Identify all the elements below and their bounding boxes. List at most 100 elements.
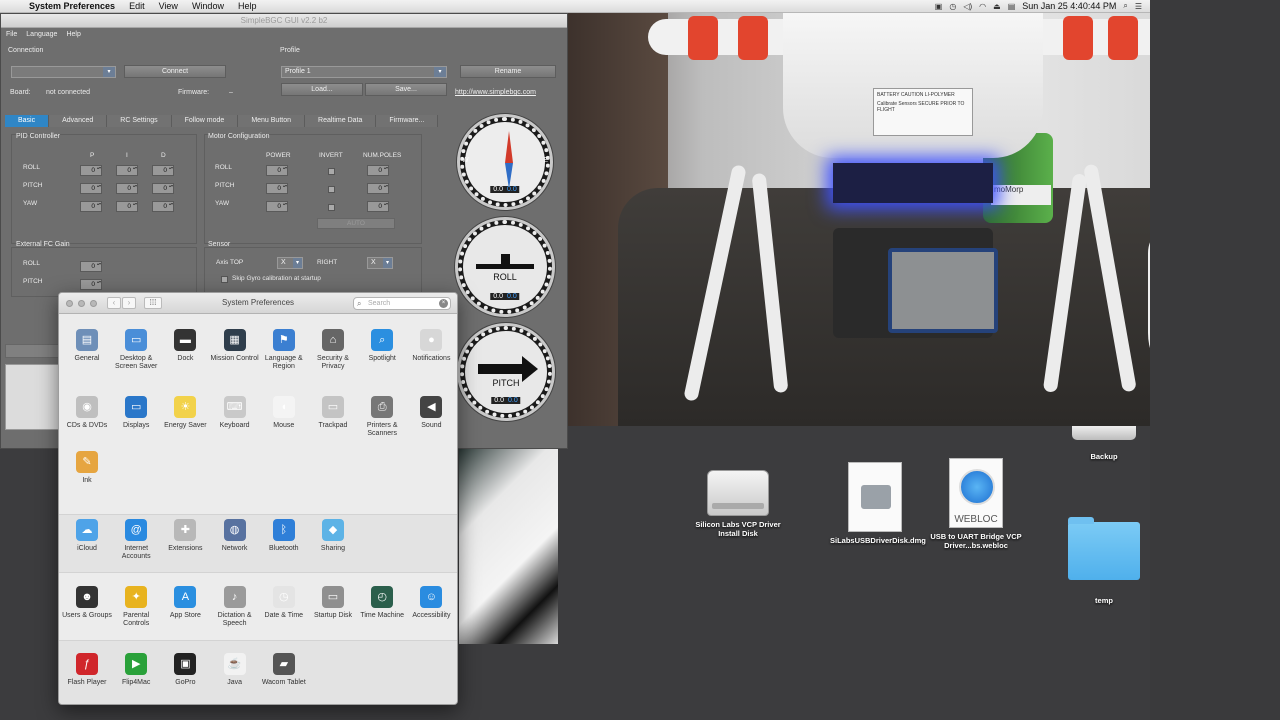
pid-pitch-d[interactable]: 0 xyxy=(152,183,174,194)
pref-keyboard[interactable]: ⌨ Keyboard xyxy=(210,396,260,430)
search-field[interactable]: ⌕ Search × xyxy=(353,297,451,310)
pref-mouse[interactable]: ◖ Mouse xyxy=(259,396,309,430)
motor-yaw-invert[interactable] xyxy=(328,204,335,211)
pref-mission-control[interactable]: ▦ Mission Control xyxy=(210,329,260,363)
firmware-value: – xyxy=(229,89,233,96)
pref-dock[interactable]: ▬ Dock xyxy=(160,329,210,363)
save-button[interactable]: Save... xyxy=(365,83,447,96)
ext-roll-gain[interactable]: 0 xyxy=(80,261,102,272)
pref-dictation-and-speech[interactable]: ♪ Dictation & Speech xyxy=(210,586,260,628)
pid-roll-d[interactable]: 0 xyxy=(152,165,174,176)
pref-parental-controls[interactable]: ✦ Parental Controls xyxy=(111,586,161,628)
pref-trackpad[interactable]: ▭ Trackpad xyxy=(308,396,358,430)
tab-rc-settings[interactable]: RC Settings xyxy=(107,115,172,127)
pref-ink[interactable]: ✎ Ink xyxy=(62,451,112,485)
bgc-menu-help[interactable]: Help xyxy=(66,31,80,38)
pref-internet-accounts[interactable]: @ Internet Accounts xyxy=(111,519,161,561)
menu-window[interactable]: Window xyxy=(185,1,231,11)
rename-button[interactable]: Rename xyxy=(460,65,556,78)
menu-edit[interactable]: Edit xyxy=(122,1,152,11)
tab-advanced[interactable]: Advanced xyxy=(49,115,108,127)
profile-select[interactable]: Profile 1 ▾ xyxy=(281,66,447,78)
pref-java[interactable]: ☕ Java xyxy=(210,653,260,687)
website-link[interactable]: http://www.simplebgc.com xyxy=(455,89,536,96)
pid-yaw-d[interactable]: 0 xyxy=(152,201,174,212)
motor-pitch-poles[interactable]: 0 xyxy=(367,183,389,194)
tab-firmware[interactable]: Firmware... xyxy=(376,115,439,127)
motor-roll-invert[interactable] xyxy=(328,168,335,175)
pref-extensions[interactable]: ✚ Extensions xyxy=(160,519,210,553)
ext-pitch-gain[interactable]: 0 xyxy=(80,279,102,290)
pref-flip4mac[interactable]: ▶ Flip4Mac xyxy=(111,653,161,687)
pid-roll-i[interactable]: 0 xyxy=(116,165,138,176)
eject-icon[interactable]: ⏏ xyxy=(993,2,1001,11)
desktop-item-install-disk[interactable]: Silicon Labs VCP Driver Install Disk xyxy=(690,470,786,538)
motor-roll-poles[interactable]: 0 xyxy=(367,165,389,176)
menu-help[interactable]: Help xyxy=(231,1,264,11)
desktop-item-dmg[interactable]: SiLabsUSBDriverDisk.dmg xyxy=(830,462,926,545)
time-machine-icon[interactable]: ◷ xyxy=(949,2,956,11)
pref-notifications[interactable]: ● Notifications xyxy=(406,329,456,363)
clear-search-icon[interactable]: × xyxy=(439,299,448,308)
pid-pitch-i[interactable]: 0 xyxy=(116,183,138,194)
desktop-item-temp[interactable]: temp xyxy=(1066,517,1142,605)
tab-basic[interactable]: Basic xyxy=(5,115,50,127)
motor-yaw-power[interactable]: 0 xyxy=(266,201,288,212)
pref-spotlight[interactable]: ⌕ Spotlight xyxy=(357,329,407,363)
auto-button[interactable]: AUTO xyxy=(317,218,395,229)
bgc-menu-file[interactable]: File xyxy=(6,31,17,38)
right-select[interactable]: X ▾ xyxy=(367,257,393,269)
desktop-item-webloc[interactable]: WEBLOC USB to UART Bridge VCP Driver...b… xyxy=(928,458,1024,550)
pref-time-machine[interactable]: ◴ Time Machine xyxy=(357,586,407,620)
load-button[interactable]: Load... xyxy=(281,83,363,96)
pid-roll-p[interactable]: 0 xyxy=(80,165,102,176)
motor-pitch-invert[interactable] xyxy=(328,186,335,193)
pref-sound[interactable]: ◀ Sound xyxy=(406,396,456,430)
port-select[interactable]: ▾ xyxy=(11,66,116,78)
motor-pitch-power[interactable]: 0 xyxy=(266,183,288,194)
pid-pitch-p[interactable]: 0 xyxy=(80,183,102,194)
spotlight-icon[interactable]: ⌕ xyxy=(1123,1,1127,11)
menu-app-name[interactable]: System Preferences xyxy=(22,1,122,11)
pref-language-and-region[interactable]: ⚑ Language & Region xyxy=(259,329,309,371)
notification-center-icon[interactable]: ☰ xyxy=(1135,2,1142,11)
pref-bluetooth[interactable]: ᛒ Bluetooth xyxy=(259,519,309,553)
skip-gyro-checkbox[interactable] xyxy=(221,276,228,283)
tab-realtime-data[interactable]: Realtime Data xyxy=(305,115,377,127)
pref-date-and-time[interactable]: ◷ Date & Time xyxy=(259,586,309,620)
pref-cds-and-dvds[interactable]: ◉ CDs & DVDs xyxy=(62,396,112,430)
pref-general[interactable]: ▤ General xyxy=(62,329,112,363)
connect-button[interactable]: Connect xyxy=(124,65,226,78)
pref-wacom-tablet[interactable]: ▰ Wacom Tablet xyxy=(259,653,309,687)
motor-roll-power[interactable]: 0 xyxy=(266,165,288,176)
tab-follow-mode[interactable]: Follow mode xyxy=(171,115,239,127)
tab-menu-button[interactable]: Menu Button xyxy=(238,115,306,127)
pref-icloud[interactable]: ☁ iCloud xyxy=(62,519,112,553)
pref-gopro[interactable]: ▣ GoPro xyxy=(160,653,210,687)
sound-icon: ◀ xyxy=(420,396,443,418)
motor-yaw-poles[interactable]: 0 xyxy=(367,201,389,212)
pref-displays[interactable]: ▭ Displays xyxy=(111,396,161,430)
desktop-item-backup[interactable]: Backup xyxy=(1068,426,1140,461)
pref-sharing[interactable]: ◆ Sharing xyxy=(308,519,358,553)
pref-flash-player[interactable]: ƒ Flash Player xyxy=(62,653,112,687)
pref-app-store[interactable]: A App Store xyxy=(160,586,210,620)
pref-security-and-privacy[interactable]: ⌂ Security & Privacy xyxy=(308,329,358,371)
pref-network[interactable]: ◍ Network xyxy=(210,519,260,553)
pref-startup-disk[interactable]: ▭ Startup Disk xyxy=(308,586,358,620)
flag-icon[interactable]: ▤ xyxy=(1008,2,1016,11)
pref-users-and-groups[interactable]: ☻ Users & Groups xyxy=(62,586,112,620)
volume-icon[interactable]: ◁) xyxy=(963,2,972,11)
wifi-icon[interactable]: ◠ xyxy=(979,2,986,11)
menu-clock[interactable]: Sun Jan 25 4:40:44 PM xyxy=(1022,1,1116,11)
pref-accessibility[interactable]: ☺ Accessibility xyxy=(406,586,456,620)
screen-mirror-icon[interactable]: ▣ xyxy=(935,2,943,11)
pid-yaw-i[interactable]: 0 xyxy=(116,201,138,212)
pref-desktop-and-screen-saver[interactable]: ▭ Desktop & Screen Saver xyxy=(111,329,161,371)
pid-yaw-p[interactable]: 0 xyxy=(80,201,102,212)
menu-view[interactable]: View xyxy=(152,1,185,11)
pref-printers-and-scanners[interactable]: ⎙ Printers & Scanners xyxy=(357,396,407,438)
axis-top-select[interactable]: X ▾ xyxy=(277,257,303,269)
bgc-menu-language[interactable]: Language xyxy=(26,31,57,38)
pref-energy-saver[interactable]: ☀ Energy Saver xyxy=(160,396,210,430)
